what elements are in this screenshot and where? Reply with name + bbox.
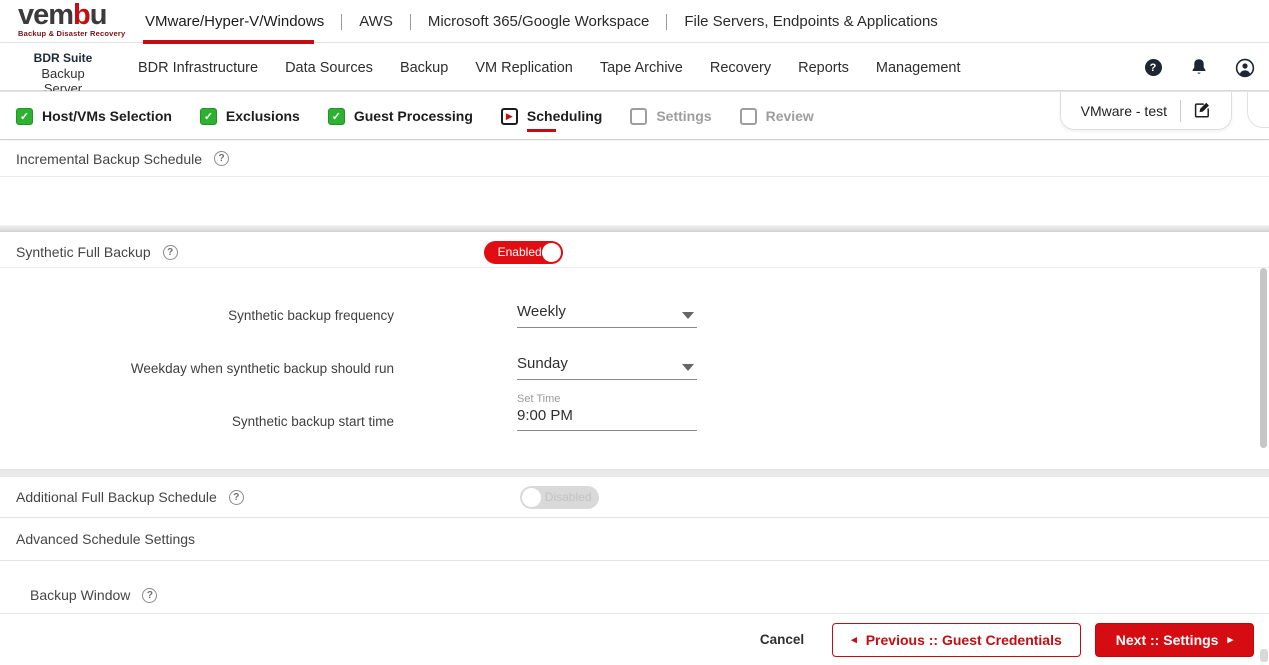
nav-vmware-hyperv-windows[interactable]: VMware/Hyper-V/Windows: [143, 13, 326, 30]
app-bar: BDR Suite Backup Server BDR Infrastructu…: [0, 44, 1269, 96]
scrollbar-corner: [1260, 649, 1268, 662]
left-arrow-icon: ◂: [851, 634, 857, 646]
weekday-select[interactable]: Sunday: [517, 355, 697, 380]
nav-file-servers[interactable]: File Servers, Endpoints & Applications: [682, 13, 939, 30]
step-settings[interactable]: Settings: [630, 107, 712, 125]
cancel-button[interactable]: Cancel: [760, 632, 804, 647]
nav-separator: [341, 13, 343, 30]
set-time-floating-label: Set Time: [517, 393, 561, 405]
step-review[interactable]: Review: [739, 107, 814, 125]
synthetic-full-backup-section: Synthetic Full Backup ? Enabled Syntheti…: [0, 237, 1269, 470]
menu-tape-archive[interactable]: Tape Archive: [600, 60, 683, 76]
nav-separator: [666, 13, 668, 30]
advanced-schedule-settings-section[interactable]: Advanced Schedule Settings: [0, 518, 1269, 561]
start-time-input[interactable]: Set Time 9:00 PM: [517, 393, 697, 431]
nav-aws[interactable]: AWS: [357, 13, 395, 30]
header-icons: ?: [1143, 44, 1255, 91]
horizontal-scrollbar[interactable]: [0, 225, 1269, 232]
step-guest-processing[interactable]: ✓ Guest Processing: [327, 107, 473, 125]
help-icon[interactable]: ?: [214, 151, 229, 166]
help-icon[interactable]: ?: [1143, 58, 1163, 78]
menu-recovery[interactable]: Recovery: [710, 60, 771, 76]
wizard-step-bar: ✓ Host/VMs Selection ✓ Exclusions ✓ Gues…: [0, 91, 1269, 140]
chevron-down-icon: [682, 312, 694, 319]
play-icon: ▶: [500, 107, 518, 125]
menu-management[interactable]: Management: [876, 60, 961, 76]
toggle-knob: [521, 487, 541, 507]
job-name: VMware - test: [1080, 102, 1167, 119]
chevron-down-icon: [682, 364, 694, 371]
vertical-scrollbar[interactable]: [1260, 268, 1267, 448]
wizard-steps: ✓ Host/VMs Selection ✓ Exclusions ✓ Gues…: [16, 92, 814, 140]
help-icon[interactable]: ?: [162, 244, 178, 260]
previous-button[interactable]: ◂ Previous :: Guest Credentials: [832, 622, 1081, 657]
step-scheduling[interactable]: ▶ Scheduling: [500, 107, 602, 132]
menu-reports[interactable]: Reports: [798, 60, 849, 76]
step-exclusions[interactable]: ✓ Exclusions: [199, 107, 300, 125]
backup-window-section: Backup Window ?: [0, 562, 1269, 611]
section-title: Additional Full Backup Schedule: [16, 489, 217, 505]
top-brand-bar: vembu Backup & Disaster Recovery VMware/…: [0, 0, 1269, 43]
product-nav: VMware/Hyper-V/Windows AWS Microsoft 365…: [143, 0, 940, 43]
section-title: Backup Window: [30, 587, 131, 603]
notifications-bell-icon[interactable]: [1189, 58, 1209, 78]
additional-backup-toggle[interactable]: Disabled: [519, 485, 599, 509]
section-title: Advanced Schedule Settings: [16, 531, 196, 547]
menu-bdr-infrastructure[interactable]: BDR Infrastructure: [138, 60, 258, 76]
product-name[interactable]: BDR Suite Backup Server: [22, 51, 104, 96]
field-label-frequency: Synthetic backup frequency: [228, 308, 394, 323]
frequency-select[interactable]: Weekly: [517, 303, 697, 328]
synthetic-backup-toggle[interactable]: Enabled: [483, 240, 563, 264]
section-title: Synthetic Full Backup: [16, 244, 151, 260]
step-host-vms-selection[interactable]: ✓ Host/VMs Selection: [16, 107, 172, 125]
check-icon: ✓: [16, 107, 33, 125]
section-gap: [0, 470, 1269, 477]
empty-checkbox-icon: [739, 107, 757, 125]
current-step-underline: [526, 128, 556, 132]
field-label-weekday: Weekday when synthetic backup should run: [130, 361, 394, 376]
check-icon: ✓: [199, 107, 217, 125]
active-nav-underline: [143, 40, 314, 44]
check-icon: ✓: [327, 107, 345, 125]
vembu-logo[interactable]: vembu Backup & Disaster Recovery: [18, 1, 128, 42]
next-button[interactable]: Next :: Settings ▸: [1094, 622, 1254, 657]
additional-full-backup-section: Additional Full Backup Schedule ? Disabl…: [0, 477, 1269, 518]
menu-data-sources[interactable]: Data Sources: [285, 60, 373, 76]
help-icon[interactable]: ?: [228, 489, 244, 505]
tab-divider: [1180, 99, 1181, 122]
footer-action-bar: Cancel ◂ Previous :: Guest Credentials N…: [0, 614, 1269, 665]
edit-job-icon[interactable]: [1194, 102, 1211, 119]
empty-checkbox-icon: [630, 107, 648, 125]
nav-m365-google[interactable]: Microsoft 365/Google Workspace: [426, 13, 652, 30]
field-label-start-time: Synthetic backup start time: [231, 414, 394, 429]
tab-edge-curve: [1247, 92, 1269, 128]
account-icon[interactable]: [1235, 58, 1255, 78]
logo-tagline: Backup & Disaster Recovery: [18, 29, 126, 38]
help-icon[interactable]: ?: [142, 588, 158, 603]
main-menu: BDR Infrastructure Data Sources Backup V…: [138, 44, 961, 91]
menu-backup[interactable]: Backup: [400, 60, 448, 76]
section-title: Incremental Backup Schedule: [16, 150, 202, 167]
right-arrow-icon: ▸: [1227, 634, 1233, 646]
job-name-tab: VMware - test: [1059, 92, 1232, 130]
menu-vm-replication[interactable]: VM Replication: [475, 60, 573, 76]
incremental-backup-schedule-section: Incremental Backup Schedule ?: [0, 141, 1269, 225]
nav-separator: [409, 13, 411, 30]
toggle-knob: [541, 242, 561, 262]
